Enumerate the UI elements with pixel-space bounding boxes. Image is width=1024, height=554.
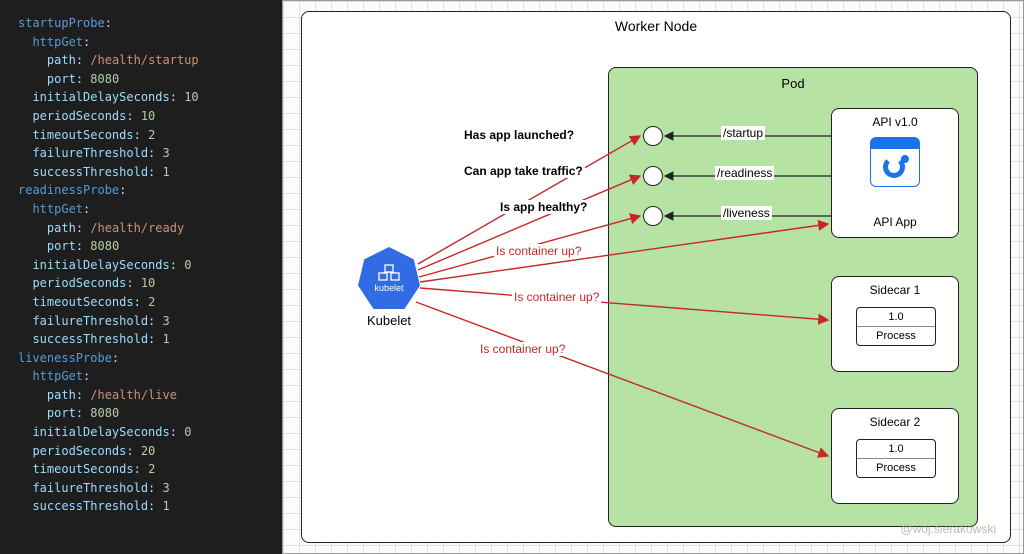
- question-healthy: Is app healthy?: [498, 200, 589, 214]
- pod-title: Pod: [609, 76, 977, 91]
- sidecar1-version: 1.0: [857, 308, 935, 327]
- question-container-up-1: Is container up?: [494, 244, 583, 258]
- sidecar1-container: Sidecar 1 1.0 Process: [831, 276, 959, 372]
- pod-box: Pod API v1.0 API App Sidecar 1 1.0 Proce…: [608, 67, 978, 527]
- probe-endpoint-liveness: [643, 206, 663, 226]
- api-app-label: API App: [832, 215, 958, 229]
- kubelet-inner-label: kubelet: [374, 283, 403, 293]
- sidecar1-title: Sidecar 1: [832, 283, 958, 297]
- sidecar2-process: Process: [857, 459, 935, 477]
- worker-node-box: Worker Node kubelet Kubelet Pod: [301, 11, 1011, 543]
- worker-node-title: Worker Node: [302, 18, 1010, 34]
- sidecar2-title: Sidecar 2: [832, 415, 958, 429]
- question-launched: Has app launched?: [462, 128, 576, 142]
- probe-path-readiness: /readiness: [715, 166, 774, 180]
- sidecar1-process: Process: [857, 327, 935, 345]
- api-container-title: API v1.0: [832, 115, 958, 129]
- sidecar2-version: 1.0: [857, 440, 935, 459]
- probe-endpoint-startup: [643, 126, 663, 146]
- kubelet-cubes-icon: [376, 264, 402, 282]
- api-container: API v1.0 API App: [831, 108, 959, 238]
- kubelet-label: Kubelet: [358, 313, 420, 328]
- probe-path-startup: /startup: [721, 126, 765, 140]
- api-app-icon: [870, 137, 920, 187]
- probe-path-liveness: /liveness: [721, 206, 772, 220]
- probe-endpoint-readiness: [643, 166, 663, 186]
- sidecar2-container: Sidecar 2 1.0 Process: [831, 408, 959, 504]
- watermark: @woj.sierakowski: [900, 522, 996, 536]
- kubelet: kubelet Kubelet: [358, 247, 420, 328]
- diagram-panel: Worker Node kubelet Kubelet Pod: [282, 0, 1024, 554]
- yaml-code-panel: startupProbe: httpGet: path: /health/sta…: [0, 0, 282, 554]
- question-container-up-2: Is container up?: [512, 290, 601, 304]
- question-container-up-3: Is container up?: [478, 342, 567, 356]
- kubelet-heptagon-icon: kubelet: [358, 247, 420, 309]
- question-traffic: Can app take traffic?: [462, 164, 585, 178]
